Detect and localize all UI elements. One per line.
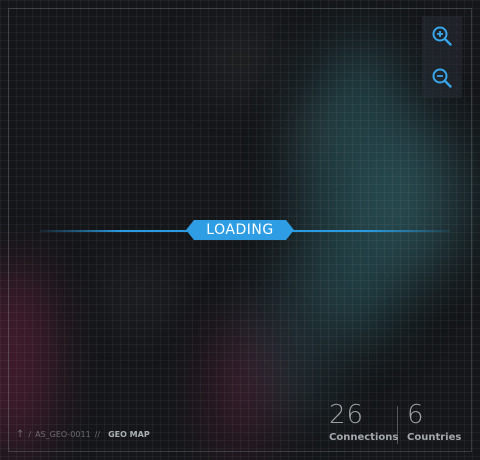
breadcrumb-separator: / xyxy=(28,430,32,439)
zoom-out-button[interactable] xyxy=(422,58,462,98)
connections-count: 26 xyxy=(329,400,365,430)
arrow-up-icon[interactable]: ↑ xyxy=(16,429,24,440)
countries-count: 6 xyxy=(407,400,425,430)
breadcrumb-current: GEO MAP xyxy=(108,430,150,439)
countries-stat: 6 Countries xyxy=(407,402,461,443)
geo-map-panel: LOADING ↑ / AS_GEO-0011 // GEO MAP 26 Co… xyxy=(0,0,480,460)
connections-label: Connections xyxy=(329,432,399,443)
breadcrumb-separator: // xyxy=(94,430,101,439)
connections-stat: 26 Connections xyxy=(329,402,398,443)
breadcrumb-path[interactable]: AS_GEO-0011 xyxy=(35,430,91,439)
zoom-in-button[interactable] xyxy=(422,16,462,56)
zoom-controls xyxy=(422,16,462,98)
stat-divider xyxy=(397,406,398,444)
breadcrumb: ↑ / AS_GEO-0011 // GEO MAP xyxy=(16,429,150,440)
zoom-in-icon xyxy=(432,26,452,46)
zoom-out-icon xyxy=(432,68,452,88)
countries-label: Countries xyxy=(407,432,462,443)
loading-badge: LOADING xyxy=(186,220,294,240)
